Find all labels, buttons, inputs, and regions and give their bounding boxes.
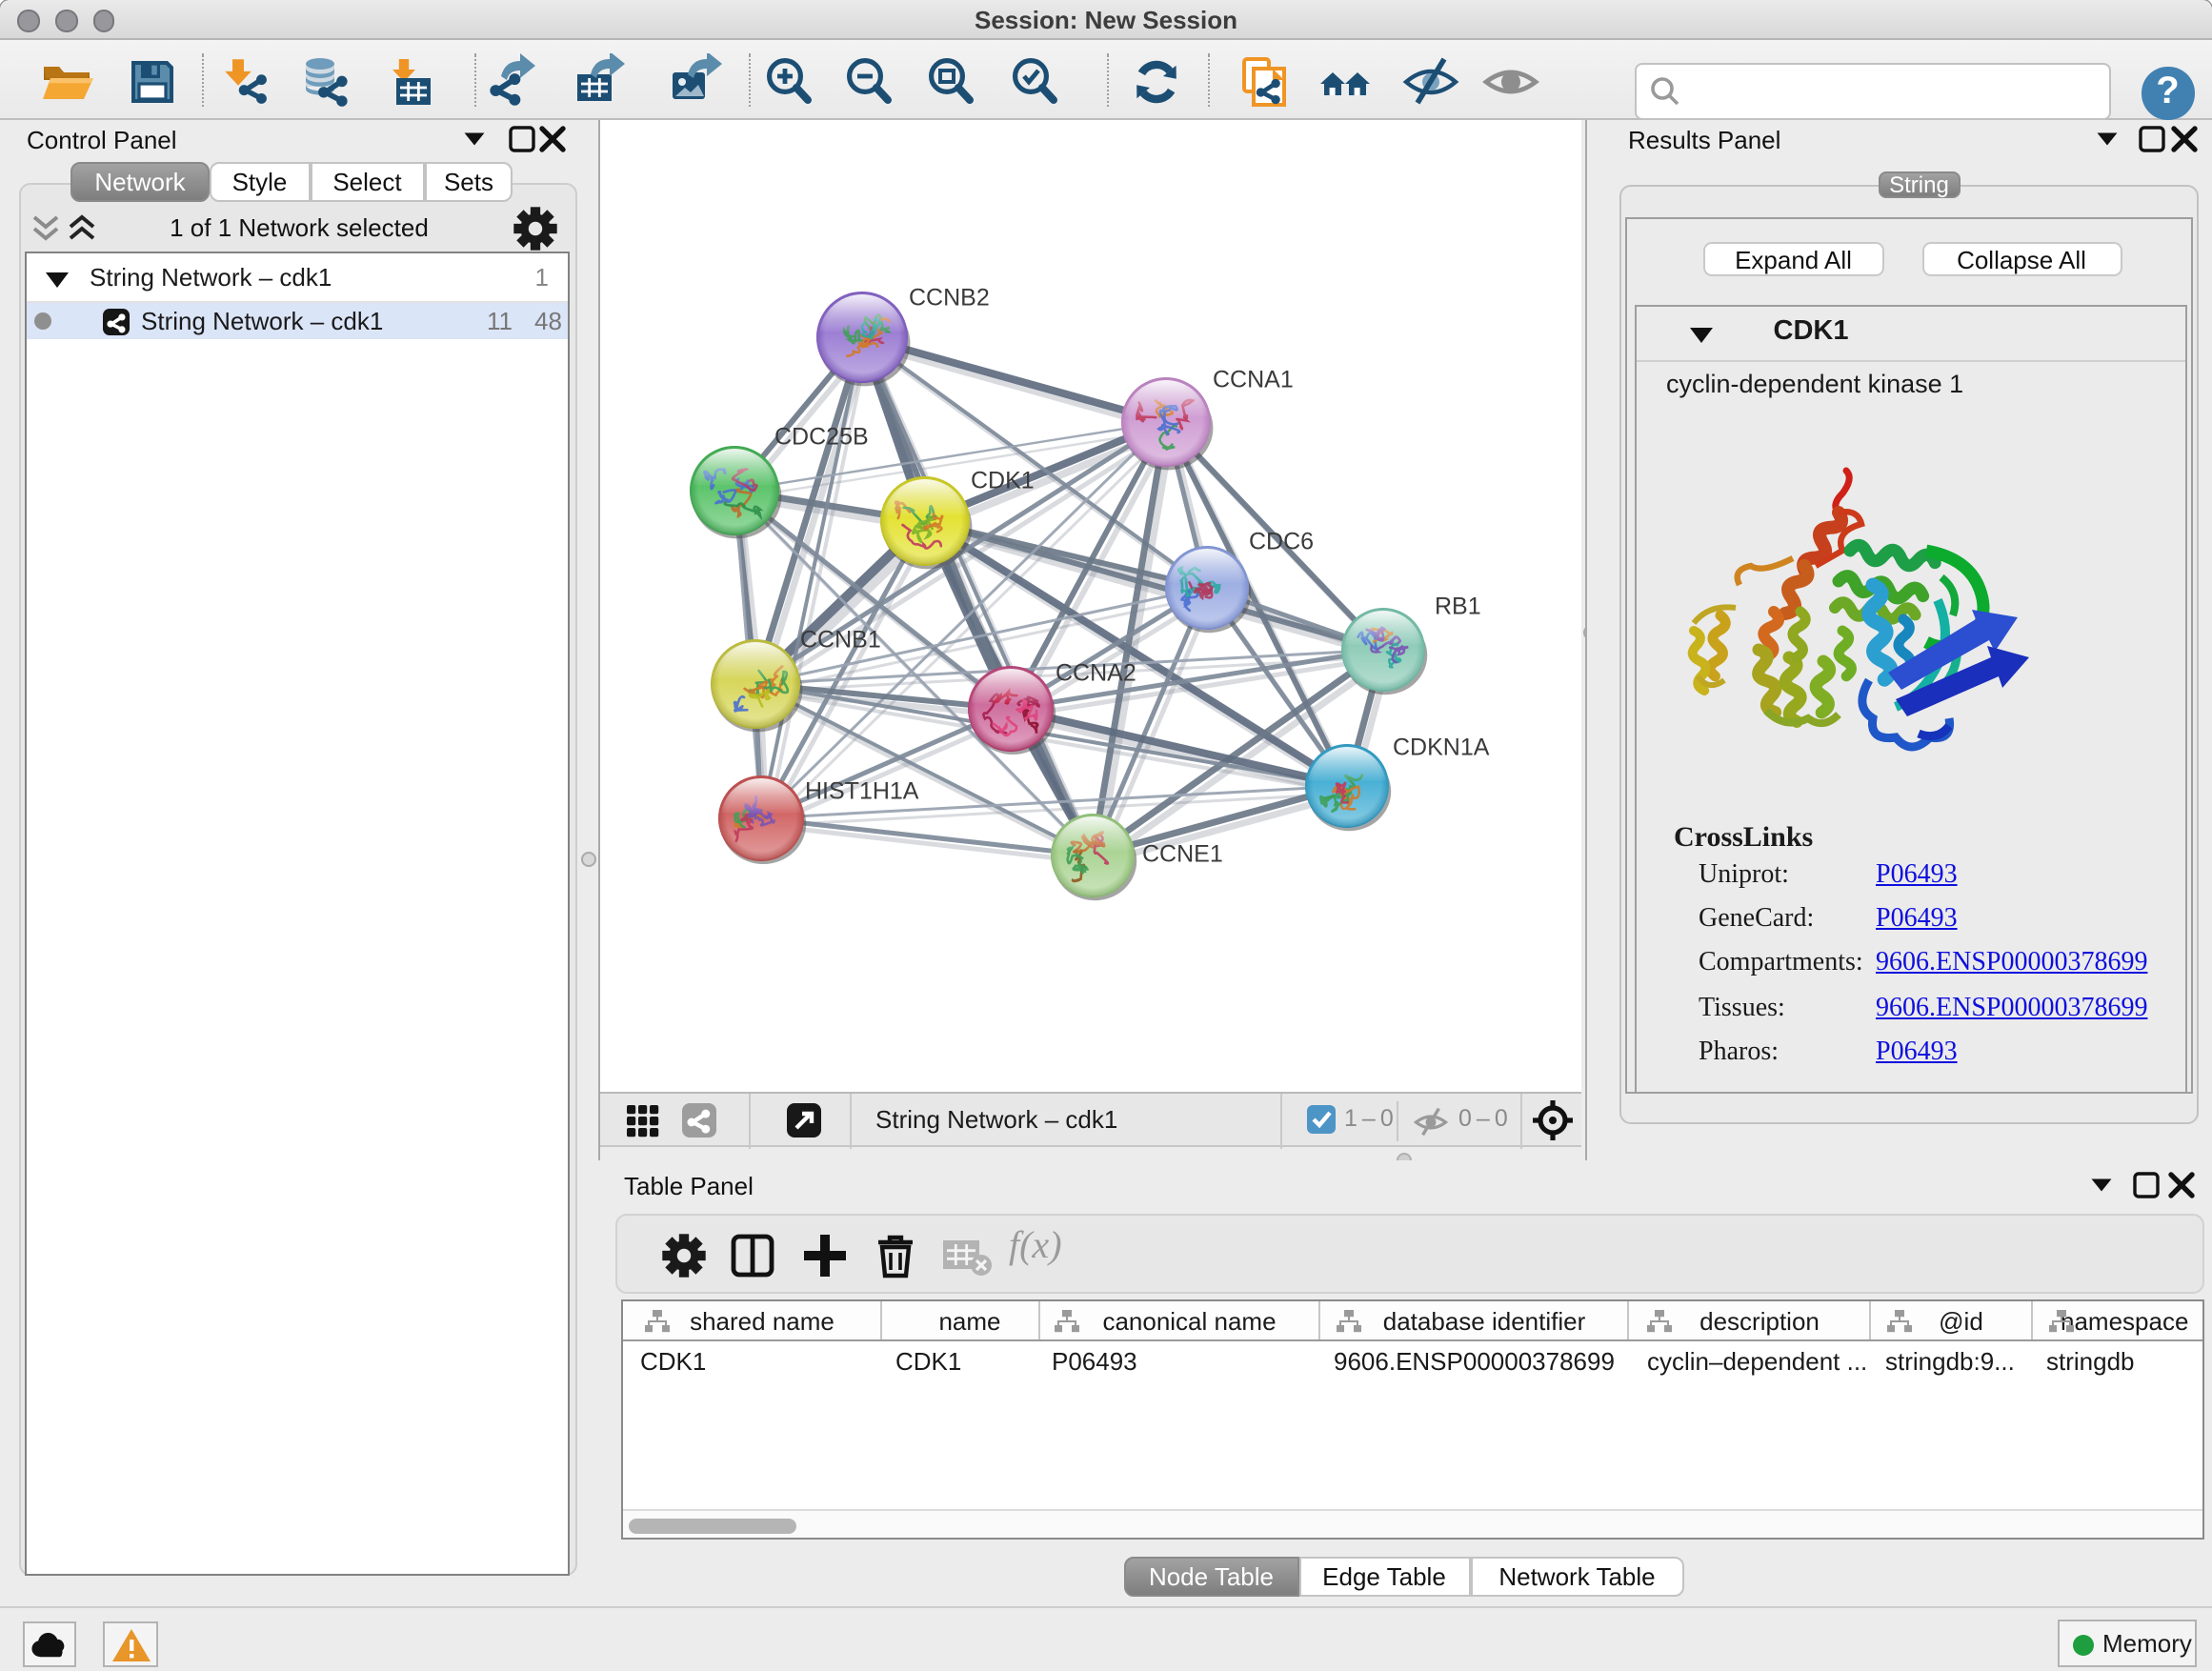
- svg-text:CDKN1A: CDKN1A: [1392, 734, 1489, 760]
- svg-text:CCNB1: CCNB1: [799, 626, 880, 653]
- svg-text:CDC25B: CDC25B: [774, 423, 868, 450]
- svg-text:CCNA1: CCNA1: [1212, 366, 1293, 393]
- svg-text:HIST1H1A: HIST1H1A: [804, 777, 918, 804]
- svg-text:CCNE1: CCNE1: [1141, 840, 1222, 867]
- svg-text:CDC6: CDC6: [1248, 528, 1313, 554]
- svg-text:RB1: RB1: [1434, 593, 1480, 619]
- svg-text:CDK1: CDK1: [970, 467, 1034, 493]
- svg-text:CCNA2: CCNA2: [1055, 659, 1136, 686]
- svg-text:CCNB2: CCNB2: [908, 284, 989, 311]
